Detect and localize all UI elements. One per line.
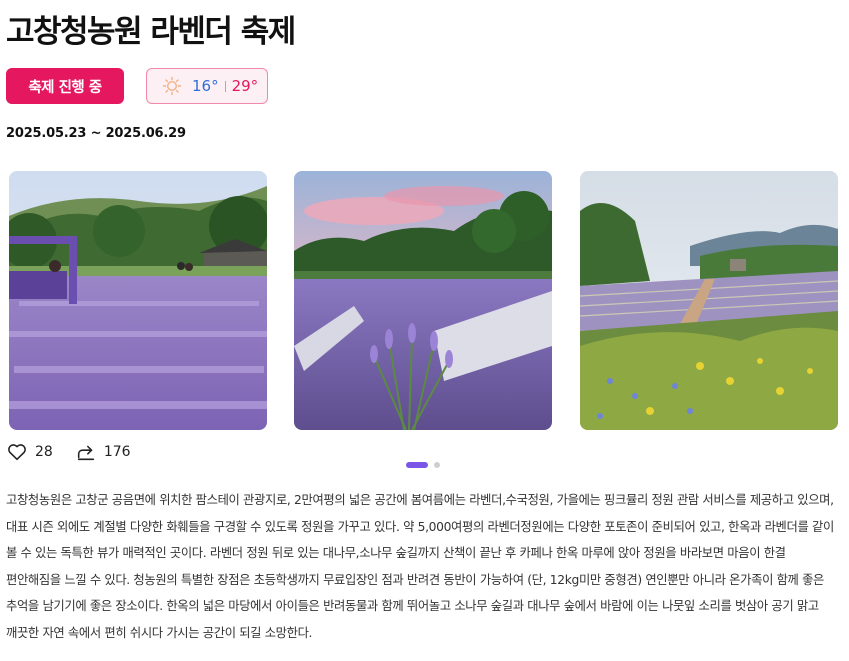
festival-description: 고창청농원은 고창군 공음면에 위치한 팜스테이 관광지로, 2만여평의 넓은 … <box>6 493 834 640</box>
share-icon[interactable] <box>75 441 97 463</box>
temp-high: 29° <box>231 77 259 95</box>
pagination-dot-active[interactable] <box>406 462 428 468</box>
weather-badge: 16° 29° <box>146 68 268 104</box>
festival-dates: 2025.05.23 ~ 2025.06.29 <box>6 126 186 141</box>
temp-divider <box>224 80 226 92</box>
sun-icon <box>162 76 182 96</box>
gallery-pagination <box>406 462 440 468</box>
heart-icon[interactable] <box>6 441 28 463</box>
photo-gallery[interactable] <box>9 171 839 430</box>
photo-lavender-rows-and-wildflowers[interactable] <box>580 171 838 430</box>
temp-low: 16° <box>192 77 219 95</box>
action-bar: 28 176 <box>6 441 131 463</box>
share-count: 176 <box>103 444 131 460</box>
badge-row: 축제 진행 중 16° 29° <box>6 68 268 104</box>
page-title: 고창청농원 라벤더 축제 <box>6 14 296 50</box>
photo-lavender-field-with-trees[interactable] <box>9 171 267 430</box>
pagination-dot[interactable] <box>434 462 440 468</box>
photo-lavender-field-at-sunset[interactable] <box>294 171 552 430</box>
status-badge: 축제 진행 중 <box>6 68 124 104</box>
like-count: 28 <box>35 444 53 460</box>
